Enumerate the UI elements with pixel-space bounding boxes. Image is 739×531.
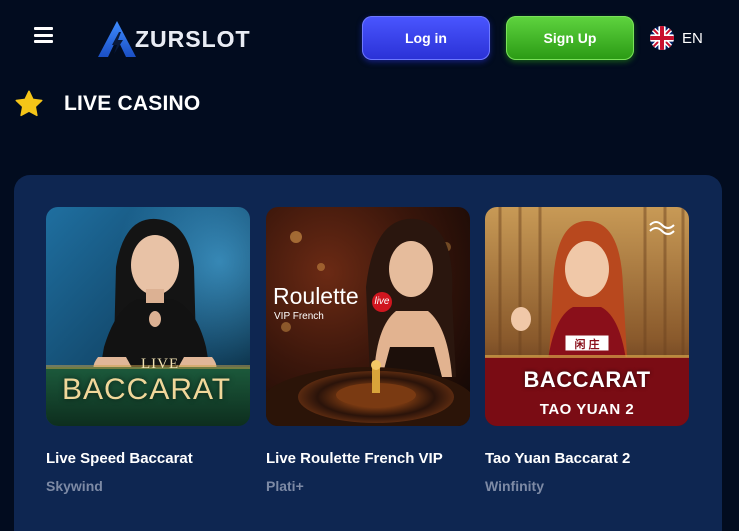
login-button[interactable]: Log in	[362, 16, 490, 60]
signup-button[interactable]: Sign Up	[506, 16, 634, 60]
game-card[interactable]: LIVE BACCARAT Live Speed Baccarat Skywin…	[46, 207, 250, 494]
game-thumbnail[interactable]: 闲 庄 BACCARAT TAO YUAN 2	[485, 207, 689, 426]
header: ZURSLOT Log in Sign Up EN	[0, 0, 739, 76]
game-card[interactable]: Roulette live VIP French Live Roulette F…	[266, 207, 470, 494]
logo-a-bolt-icon	[98, 21, 136, 57]
star-icon	[15, 90, 43, 117]
game-thumbnail[interactable]: LIVE BACCARAT	[46, 207, 250, 426]
logo-text: ZURSLOT	[135, 26, 251, 52]
game-provider: Winfinity	[485, 478, 544, 494]
language-selector[interactable]: EN	[650, 25, 720, 51]
game-title[interactable]: Tao Yuan Baccarat 2	[485, 450, 630, 467]
uk-flag-icon	[650, 26, 674, 50]
logo[interactable]: ZURSLOT	[97, 20, 267, 58]
section-header: LIVE CASINO	[14, 88, 200, 120]
game-card[interactable]: 闲 庄 BACCARAT TAO YUAN 2 Tao Yuan Baccara…	[485, 207, 689, 494]
section-title: LIVE CASINO	[64, 92, 201, 115]
game-provider: Skywind	[46, 478, 103, 494]
hamburger-menu-icon[interactable]	[34, 27, 53, 43]
game-title[interactable]: Live Roulette French VIP	[266, 450, 443, 467]
game-thumbnail[interactable]: Roulette live VIP French	[266, 207, 470, 426]
game-title[interactable]: Live Speed Baccarat	[46, 450, 193, 467]
game-provider: Plati+	[266, 478, 304, 494]
language-code: EN	[682, 29, 703, 47]
